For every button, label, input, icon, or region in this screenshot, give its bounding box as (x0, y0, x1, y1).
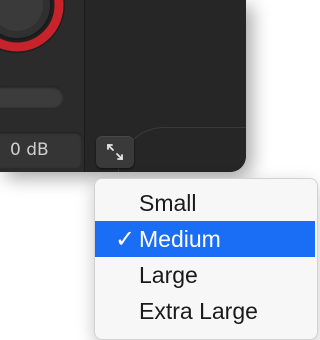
menu-item-small[interactable]: Small (95, 185, 317, 221)
checkmark-icon: ✓ (115, 225, 136, 253)
menu-item-label: Small (139, 190, 197, 216)
gain-knob[interactable] (0, 0, 70, 58)
resize-button[interactable] (96, 136, 134, 168)
size-menu: Small ✓ Medium Large Extra Large (94, 178, 318, 340)
knob-graphic (0, 0, 65, 53)
menu-item-extra-large[interactable]: Extra Large (95, 293, 317, 329)
menu-item-label: Extra Large (139, 298, 258, 324)
plugin-panel: 0 dB (0, 0, 246, 172)
value-readout[interactable]: 0 dB (0, 132, 82, 168)
expand-arrows-icon (107, 144, 123, 160)
level-slider[interactable] (0, 86, 64, 108)
menu-item-label: Medium (139, 226, 221, 252)
menu-item-medium[interactable]: ✓ Medium (95, 221, 315, 257)
menu-item-large[interactable]: Large (95, 257, 317, 293)
menu-item-label: Large (139, 262, 198, 288)
